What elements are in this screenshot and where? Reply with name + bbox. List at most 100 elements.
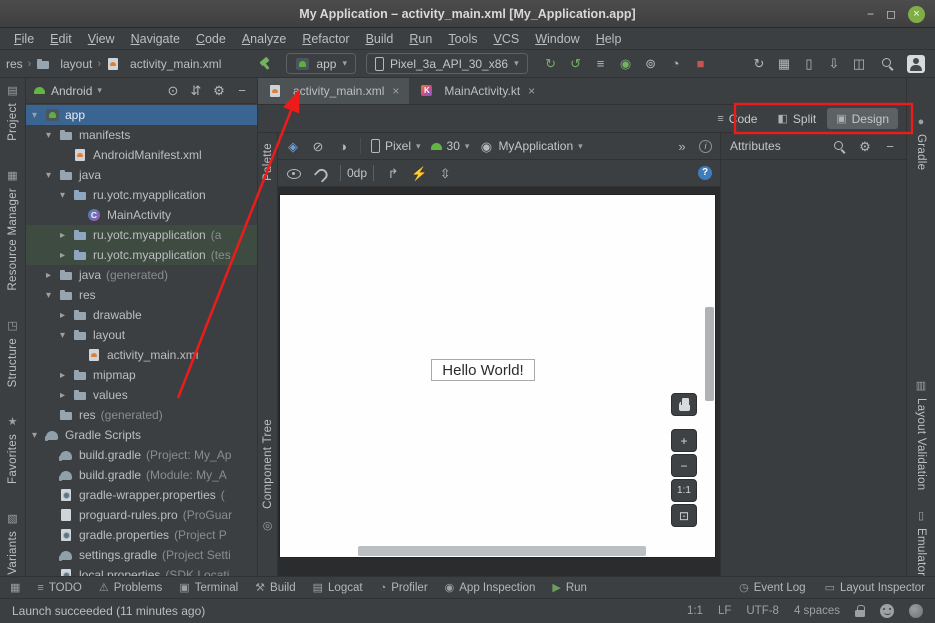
tree-item[interactable]: Gradle Scripts <box>26 425 257 445</box>
theme-menu[interactable]: ◉ MyApplication ▾ <box>479 138 582 154</box>
tree-item[interactable]: activity_main.xml <box>26 345 257 365</box>
device-selector[interactable]: Pixel_3a_API_30_x86 ▾ <box>366 53 528 74</box>
hide-panel-icon[interactable]: − <box>883 138 897 154</box>
logcat-tab[interactable]: ▤ Logcat <box>313 581 363 594</box>
mode-split-button[interactable]: ◧ Split <box>768 108 825 129</box>
menu-item[interactable]: Analyze <box>234 30 294 48</box>
rerun-icon[interactable]: ↻ <box>544 56 558 72</box>
tree-item[interactable]: layout <box>26 325 257 345</box>
apply-changes-icon[interactable]: ↺ <box>569 56 583 72</box>
feedback-smiley-icon[interactable] <box>880 604 894 618</box>
gradle-tool-button[interactable]: ● Gradle <box>915 116 927 170</box>
tree-item[interactable]: res (generated) <box>26 405 257 425</box>
tree-chevron-icon[interactable] <box>46 130 59 141</box>
run-tab[interactable]: ▶ Run <box>552 581 587 594</box>
collapse-all-icon[interactable]: ⇵ <box>189 83 203 99</box>
tree-item[interactable]: AndroidManifest.xml <box>26 145 257 165</box>
tool-window-switcher-icon[interactable]: ▦ <box>10 581 20 594</box>
tree-item[interactable]: ru.yotc.myapplication <box>26 185 257 205</box>
indent-setting[interactable]: 4 spaces <box>794 605 840 617</box>
caret-position[interactable]: 1:1 <box>687 605 703 617</box>
overflow-chevrons-icon[interactable]: » <box>675 138 689 154</box>
zoom-in-button[interactable]: + <box>671 429 697 452</box>
make-project-icon[interactable] <box>257 56 272 71</box>
problems-tab[interactable]: ⚠ Problems <box>99 581 162 594</box>
tree-item[interactable]: ru.yotc.myapplication (tes <box>26 245 257 265</box>
tree-chevron-icon[interactable] <box>60 390 73 401</box>
menu-item[interactable]: Help <box>588 30 630 48</box>
lock-icon[interactable] <box>855 605 865 617</box>
tree-chevron-icon[interactable] <box>32 110 45 121</box>
tree-item[interactable]: java (generated) <box>26 265 257 285</box>
menu-item[interactable]: Navigate <box>123 30 188 48</box>
tree-item[interactable]: drawable <box>26 305 257 325</box>
tree-item[interactable]: proguard-rules.pro (ProGuar <box>26 505 257 525</box>
settings-icon[interactable]: ⚙ <box>212 83 226 99</box>
default-margin-button[interactable]: 0dp <box>340 165 374 181</box>
locate-file-icon[interactable]: ⊙ <box>166 83 180 99</box>
menu-item[interactable]: Code <box>188 30 234 48</box>
tree-item[interactable]: local.properties (SDK Locati <box>26 565 257 576</box>
todo-tab[interactable]: ≡ TODO <box>37 581 81 594</box>
run-configuration-selector[interactable]: app ▾ <box>286 53 356 74</box>
tree-item[interactable]: gradle.properties (Project P <box>26 525 257 545</box>
run-configurations-icon[interactable]: ≡ <box>594 56 608 72</box>
favorites-tool-button[interactable]: ★ Favorites <box>7 415 19 484</box>
close-button[interactable]: × <box>908 6 925 23</box>
project-view-selector[interactable]: Android ▾ <box>51 84 102 98</box>
breadcrumb-file[interactable]: activity_main.xml <box>130 57 221 71</box>
search-everywhere-icon[interactable] <box>880 56 895 71</box>
device-manager-icon[interactable]: ▦ <box>777 56 791 72</box>
orientation-icon[interactable]: ⊘ <box>311 138 325 154</box>
layout-validation-tool-button[interactable]: ▥ Layout Validation <box>915 379 927 490</box>
menu-item[interactable]: Build <box>358 30 402 48</box>
infer-constraints-icon[interactable]: ⚡ <box>411 165 427 181</box>
menu-item[interactable]: Tools <box>440 30 485 48</box>
tree-item[interactable]: java <box>26 165 257 185</box>
view-options-icon[interactable] <box>286 167 302 180</box>
zoom-to-fit-button[interactable]: ⊡ <box>671 504 697 527</box>
designer-strip-icon[interactable]: ◎ <box>263 519 273 532</box>
app-inspection-tab[interactable]: ◉ App Inspection <box>445 581 536 594</box>
avatar[interactable] <box>907 55 925 73</box>
tree-chevron-icon[interactable] <box>46 270 59 281</box>
debug-icon[interactable]: ◉ <box>619 56 633 72</box>
tree-item[interactable]: mipmap <box>26 365 257 385</box>
tree-item[interactable]: build.gradle (Module: My_A <box>26 465 257 485</box>
night-mode-icon[interactable]: ◑ <box>336 138 350 154</box>
device-menu[interactable]: Pixel ▾ <box>371 139 421 153</box>
tree-item[interactable]: manifests <box>26 125 257 145</box>
sdk-manager-icon[interactable]: ⇩ <box>827 56 841 72</box>
settings-icon[interactable]: ⚙ <box>858 138 872 154</box>
tree-item[interactable]: build.gradle (Project: My_Ap <box>26 445 257 465</box>
tree-chevron-icon[interactable] <box>60 250 73 261</box>
profiler-tab[interactable]: ◔ Profiler <box>380 581 428 594</box>
tree-item[interactable]: settings.gradle (Project Setti <box>26 545 257 565</box>
menu-item[interactable]: File <box>6 30 42 48</box>
tree-chevron-icon[interactable] <box>60 330 73 341</box>
mode-design-button[interactable]: ▣ Design <box>827 108 898 129</box>
memory-indicator-icon[interactable] <box>909 604 923 618</box>
terminal-tab[interactable]: ▣ Terminal <box>179 581 238 594</box>
project-tool-button[interactable]: ▤ Project <box>7 84 19 141</box>
stop-icon[interactable]: ■ <box>694 56 708 72</box>
tree-item[interactable]: ru.yotc.myapplication (a <box>26 225 257 245</box>
mode-code-button[interactable]: ≡ Code <box>708 108 766 129</box>
menu-item[interactable]: Edit <box>42 30 80 48</box>
menu-item[interactable]: Refactor <box>294 30 357 48</box>
close-tab-icon[interactable]: × <box>528 84 535 98</box>
zoom-out-button[interactable]: − <box>671 454 697 477</box>
tree-chevron-icon[interactable] <box>60 310 73 321</box>
breadcrumb-layout[interactable]: layout <box>60 57 92 71</box>
tree-chevron-icon[interactable] <box>32 430 45 441</box>
menu-item[interactable]: Run <box>401 30 440 48</box>
menu-item[interactable]: Window <box>527 30 587 48</box>
sync-gradle-icon[interactable]: ↻ <box>752 56 766 72</box>
tree-item[interactable]: app <box>26 105 257 125</box>
zoom-reset-button[interactable]: 1:1 <box>671 479 697 502</box>
device-canvas[interactable]: Hello World! <box>280 195 715 557</box>
attach-debugger-icon[interactable]: ⊚ <box>644 56 658 72</box>
emulator-tool-button[interactable]: ▯ Emulator <box>915 509 927 576</box>
hide-panel-icon[interactable]: − <box>235 83 249 99</box>
tree-chevron-icon[interactable] <box>60 230 73 241</box>
